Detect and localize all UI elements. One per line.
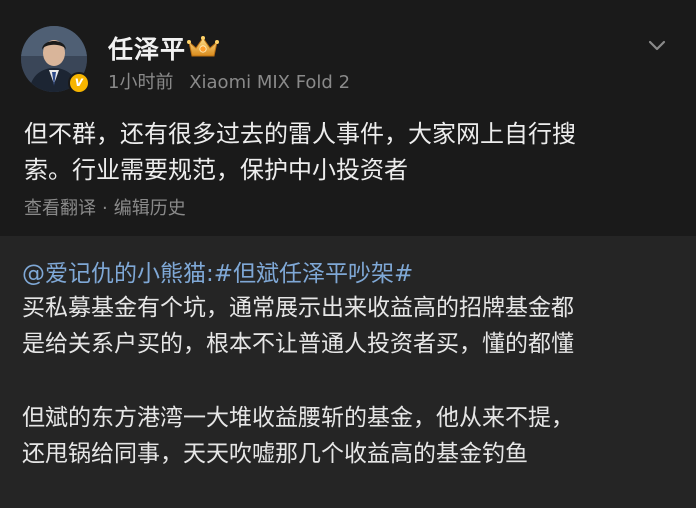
- topic-hashtag-link[interactable]: #但斌任泽平吵架#: [214, 261, 414, 287]
- edit-history-link[interactable]: 编辑历史: [114, 198, 186, 219]
- user-mention-link[interactable]: @爱记仇的小熊猫: [22, 261, 206, 287]
- repost-text-line: 买私募基金有个坑，通常展示出来收益高的招牌基金都: [22, 295, 574, 321]
- post-header: v 任泽平 1小时前 Xiaomi MIX Fold 2: [0, 0, 696, 110]
- post-text-line: 索。行业需要规范，保护中小投资者: [24, 156, 408, 184]
- post-text: 但不群，还有很多过去的雷人事件，大家网上自行搜 索。行业需要规范，保护中小投资者: [24, 116, 674, 188]
- repost-text-line: 是给关系户买的，根本不让普通人投资者买，懂的都懂: [22, 331, 574, 357]
- verified-badge-icon: v: [68, 72, 90, 94]
- reposted-content[interactable]: @爱记仇的小熊猫:#但斌任泽平吵架# 买私募基金有个坑，通常展示出来收益高的招牌…: [0, 236, 696, 508]
- author-name[interactable]: 任泽平: [108, 30, 186, 66]
- post-time: 1小时前: [108, 72, 174, 93]
- post-meta: 1小时前 Xiaomi MIX Fold 2: [108, 68, 350, 94]
- translate-link[interactable]: 查看翻译: [24, 198, 96, 219]
- post-text-line: 但不群，还有很多过去的雷人事件，大家网上自行搜: [24, 120, 576, 148]
- post-actions: 查看翻译 · 编辑历史: [24, 194, 186, 220]
- post-device: Xiaomi MIX Fold 2: [189, 72, 351, 93]
- weibo-post-card: v 任泽平 1小时前 Xiaomi MIX Fold 2 但不群，还有很多过去的…: [0, 0, 696, 508]
- repost-paragraph: 但斌的东方港湾一大堆收益腰斩的基金，他从来不提， 还甩锅给同事，天天吹嘘那几个收…: [22, 400, 674, 472]
- repost-text-line: 但斌的东方港湾一大堆收益腰斩的基金，他从来不提，: [22, 405, 574, 431]
- mention-colon: :: [206, 261, 214, 287]
- repost-text-line: 还甩锅给同事，天天吹嘘那几个收益高的基金钓鱼: [22, 441, 528, 467]
- separator: ·: [102, 198, 108, 219]
- crown-icon: [187, 36, 219, 57]
- repost-header: @爱记仇的小熊猫:#但斌任泽平吵架#: [22, 258, 413, 290]
- chevron-down-icon[interactable]: [646, 34, 668, 56]
- repost-paragraph: 买私募基金有个坑，通常展示出来收益高的招牌基金都 是给关系户买的，根本不让普通人…: [22, 290, 674, 362]
